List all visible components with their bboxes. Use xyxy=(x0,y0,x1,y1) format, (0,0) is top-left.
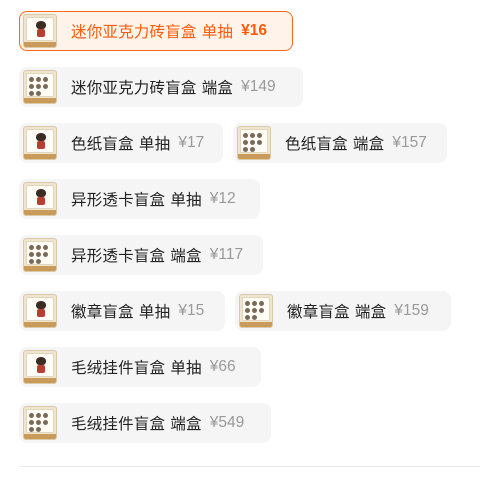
option-shikishi-single[interactable]: 色纸盲盒 单抽 ¥17 xyxy=(19,123,223,163)
option-price: ¥16 xyxy=(241,22,268,39)
figure-icon xyxy=(23,14,57,48)
grid-icon xyxy=(237,126,271,160)
option-label: 色纸盲盒 端盒 xyxy=(285,135,385,153)
option-price: ¥17 xyxy=(178,134,205,151)
option-price: ¥549 xyxy=(209,414,245,431)
grid-icon xyxy=(23,406,57,440)
option-label: 异形透卡盲盒 单抽 xyxy=(71,191,202,209)
option-price: ¥159 xyxy=(394,302,429,319)
figure-icon xyxy=(23,350,57,384)
option-price: ¥149 xyxy=(241,78,276,95)
option-price: ¥117 xyxy=(209,246,244,263)
grid-icon xyxy=(23,238,57,272)
option-price: ¥66 xyxy=(209,358,236,375)
option-label: 异形透卡盲盒 端盒 xyxy=(71,247,202,265)
option-shikishi-box[interactable]: 色纸盲盒 端盒 ¥157 xyxy=(233,123,447,163)
option-label: 毛绒挂件盲盒 端盒 xyxy=(71,415,202,433)
grid-icon xyxy=(239,294,273,328)
option-shaped-card-single[interactable]: 异形透卡盲盒 单抽 ¥12 xyxy=(19,179,260,219)
option-label: 徽章盲盒 端盒 xyxy=(287,303,387,321)
option-mini-acrylic-single[interactable]: 迷你亚克力砖盲盒 单抽 ¥16 xyxy=(19,11,293,51)
option-plush-single[interactable]: 毛绒挂件盲盒 单抽 ¥66 xyxy=(19,347,261,387)
option-shaped-card-box[interactable]: 异形透卡盲盒 端盒 ¥117 xyxy=(19,235,263,275)
option-badge-box[interactable]: 徽章盲盒 端盒 ¥159 xyxy=(235,291,451,331)
option-badge-single[interactable]: 徽章盲盒 单抽 ¥15 xyxy=(19,291,225,331)
option-label: 迷你亚克力砖盲盒 端盒 xyxy=(71,79,234,97)
figure-icon xyxy=(23,182,57,216)
option-label: 毛绒挂件盲盒 单抽 xyxy=(71,359,202,377)
option-price: ¥157 xyxy=(392,134,427,151)
figure-icon xyxy=(23,294,57,328)
option-label: 徽章盲盒 单抽 xyxy=(71,303,171,321)
option-plush-box[interactable]: 毛绒挂件盲盒 端盒 ¥549 xyxy=(19,403,271,443)
figure-icon xyxy=(23,126,57,160)
grid-icon xyxy=(23,70,57,104)
divider xyxy=(20,466,480,467)
option-mini-acrylic-box[interactable]: 迷你亚克力砖盲盒 端盒 ¥149 xyxy=(19,67,303,107)
option-label: 迷你亚克力砖盲盒 单抽 xyxy=(71,23,234,41)
option-price: ¥12 xyxy=(209,190,236,207)
option-price: ¥15 xyxy=(178,302,205,319)
option-label: 色纸盲盒 单抽 xyxy=(71,135,171,153)
